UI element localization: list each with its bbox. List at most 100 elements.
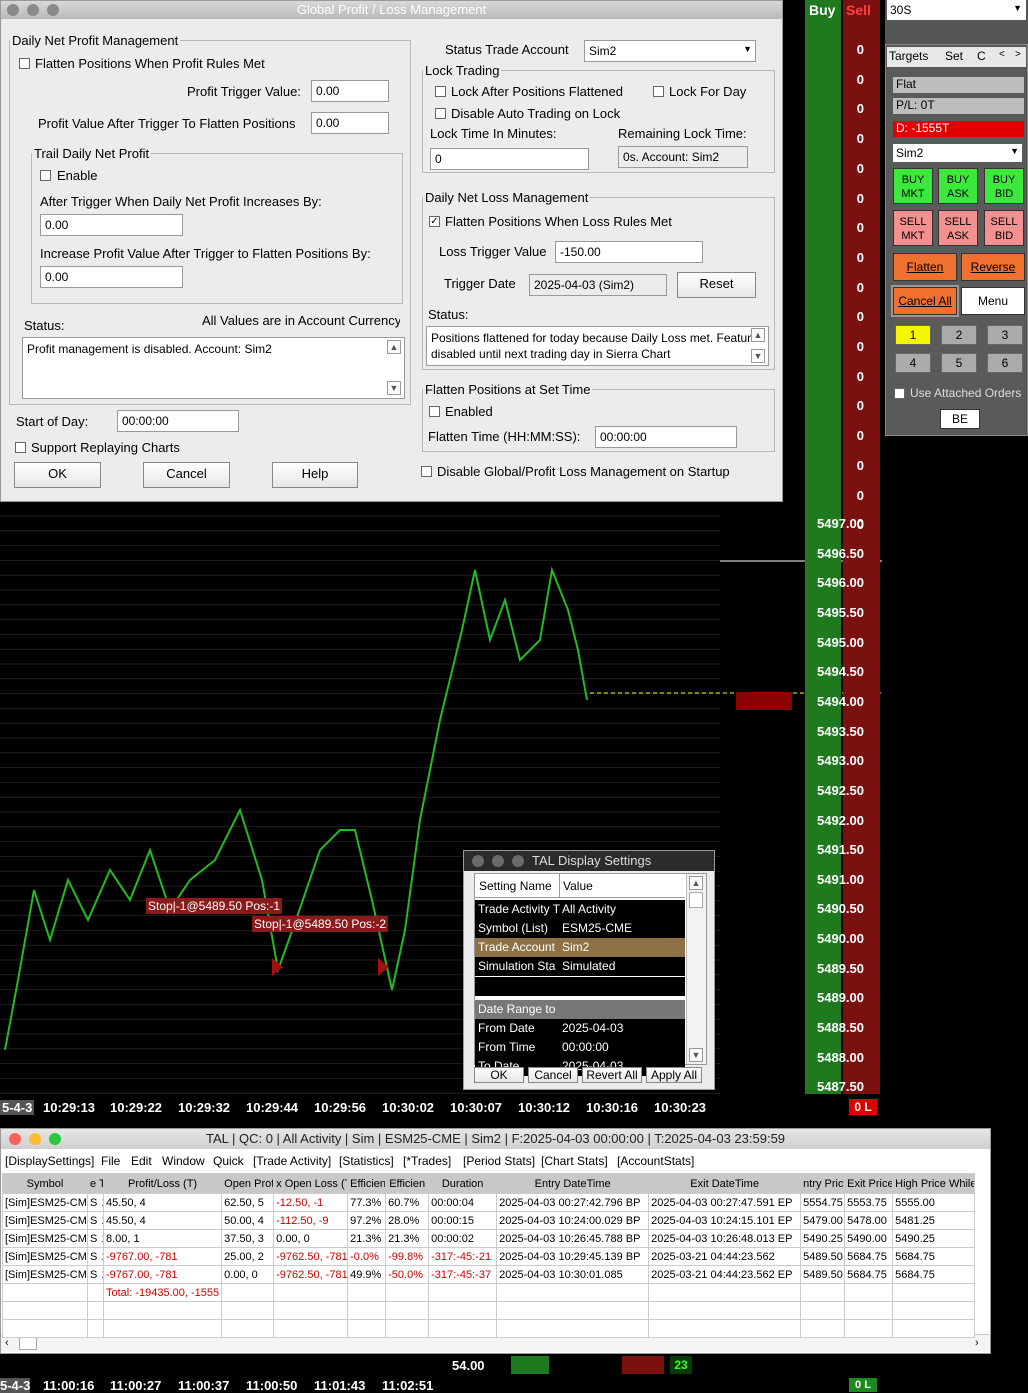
scroll-up-icon[interactable]: ▲ [387,340,401,354]
after-trigger-input[interactable]: 0.00 [40,214,183,236]
scroll-thumb[interactable] [689,892,703,908]
settings-row[interactable]: Trade Activity T All Activity [475,900,685,919]
column-header[interactable]: x Open Loss (T [273,1173,349,1194]
chevron-right-icon[interactable]: › [975,1337,979,1349]
scroll-down-icon[interactable]: ▼ [689,1048,703,1062]
column-header[interactable]: Efficienc [347,1173,387,1194]
use-attached-checkbox[interactable] [894,388,905,399]
column-header[interactable]: Exit Price [844,1173,894,1194]
disable-auto-checkbox[interactable] [435,108,446,119]
scroll-thumb[interactable] [19,1336,37,1350]
flatten-button[interactable]: Flatten [893,253,957,281]
minimize-icon[interactable] [29,1133,41,1145]
zoom-icon[interactable] [47,4,59,16]
quantity-4-button[interactable]: 4 [895,353,931,373]
tal-menu-item[interactable]: [Chart Stats] [541,1154,608,1168]
column-header[interactable]: Duration [428,1173,498,1194]
tal-menu-item[interactable]: [*Trades] [403,1154,451,1168]
column-header[interactable]: e TQu [87,1173,104,1194]
minimize-icon[interactable] [27,4,39,16]
quantity-3-button[interactable]: 3 [987,325,1023,345]
timeframe-select[interactable]: 30S ▼ [887,0,1026,20]
lock-after-flatten-checkbox[interactable] [435,86,446,97]
revert-all-button[interactable]: Revert All [582,1067,642,1083]
minimize-icon[interactable] [492,855,504,867]
tal-menu-item[interactable]: [Trade Activity] [253,1154,331,1168]
tal-menu-item[interactable]: Edit [131,1154,152,1168]
sell-market-button[interactable]: SELL MKT [893,210,933,246]
quantity-2-button[interactable]: 2 [941,325,977,345]
tal-menu-item[interactable]: [Period Stats] [463,1154,535,1168]
zoom-icon[interactable] [512,855,524,867]
scrollbar[interactable]: ▲ ▼ [686,874,706,1064]
stop-order-label[interactable]: Stop|-1@5489.50 Pos:-1 [146,898,283,914]
cancel-button[interactable]: Cancel [143,462,230,488]
quantity-6-button[interactable]: 6 [987,353,1023,373]
flatten-time-input[interactable]: 00:00:00 [595,426,737,448]
help-button[interactable]: Help [272,462,358,488]
quantity-1-button[interactable]: 1 [895,325,931,345]
column-header[interactable]: Entry DateTime [496,1173,650,1194]
disable-startup-checkbox[interactable] [421,466,432,477]
quantity-5-button[interactable]: 5 [941,353,977,373]
column-header[interactable]: ntry Price [800,1173,846,1194]
scroll-down-icon[interactable]: ▼ [751,349,765,363]
column-header[interactable]: Efficien [385,1173,430,1194]
trail-enable-checkbox[interactable] [40,170,51,181]
cancel-all-button[interactable]: Cancel All [891,285,959,317]
settings-row[interactable]: Simulation Sta Simulated [475,957,685,976]
tal-menu-item[interactable]: [AccountStats] [617,1154,694,1168]
flatten-profit-checkbox[interactable] [19,58,30,69]
buy-bid-button[interactable]: BUY BID [984,168,1024,204]
zoom-icon[interactable] [49,1133,61,1145]
column-header[interactable]: Profit/Loss (T) [102,1173,223,1194]
tal-menu-item[interactable]: File [101,1154,120,1168]
lock-minutes-input[interactable]: 0 [430,148,589,170]
ok-button[interactable]: OK [14,462,101,488]
scroll-up-icon[interactable]: ▲ [689,876,703,890]
flatten-loss-checkbox[interactable]: ✓ [429,216,440,227]
account-select[interactable]: Sim2 ▼ [893,144,1022,162]
tal-menu-item[interactable]: Window [162,1154,205,1168]
scroll-up-icon[interactable]: ▲ [751,328,765,342]
reverse-button[interactable]: Reverse [961,253,1025,281]
table-row[interactable]: [Sim]ESM25-CMES1-9767.00, -781 0.00, 0 -97… [2,1265,976,1284]
settings-row[interactable]: From Time 00:00:00 [475,1038,685,1057]
buy-ask-button[interactable]: BUY ASK [938,168,978,204]
settings-row[interactable]: Symbol (List) ESM25-CME [475,919,685,938]
set-time-enabled-checkbox[interactable] [429,406,440,417]
close-icon[interactable] [7,4,19,16]
table-row[interactable]: [Sim]ESM25-CMES1-9767.00, -781 25.00, 2 -9… [2,1247,976,1266]
stop-order-label[interactable]: Stop|-1@5489.50 Pos:-2 [252,916,389,932]
profit-value-after-input[interactable]: 0.00 [311,112,389,134]
tal-menu-item[interactable]: [Statistics] [339,1154,394,1168]
column-header[interactable]: Symbol [2,1173,88,1194]
ok-button[interactable]: OK [474,1067,524,1083]
profit-trigger-input[interactable]: 0.00 [311,80,389,102]
table-row[interactable]: [Sim]ESM25-CMES145.50, 4 62.50, 5 -12.50, … [2,1193,976,1212]
lock-day-checkbox[interactable] [653,86,664,97]
tal-menu-item[interactable]: Quick [213,1154,244,1168]
chevron-left-icon[interactable]: ‹ [5,1337,9,1349]
tal-menu-item[interactable]: [DisplaySettings] [5,1154,94,1168]
cancel-button[interactable]: Cancel [528,1067,578,1083]
settings-row[interactable]: Trade Account Sim2 [475,938,685,957]
column-header[interactable]: Open Profit [221,1173,275,1194]
sell-bid-button[interactable]: SELL BID [984,210,1024,246]
tab-c[interactable]: C [977,49,986,63]
tab-targets[interactable]: Targets [889,49,928,63]
scroll-down-icon[interactable]: ▼ [387,381,401,395]
table-row[interactable]: [Sim]ESM25-CMES18.00, 1 37.50, 3 0.00, 0 21… [2,1229,976,1248]
loss-trigger-input[interactable]: -150.00 [555,241,703,263]
menu-button[interactable]: Menu [961,287,1025,315]
column-header[interactable]: High Price While [892,1173,976,1194]
tal-titlebar[interactable]: TAL | QC: 0 | All Activity | Sim | ESM25… [1,1129,990,1149]
tal-settings-titlebar[interactable]: TAL Display Settings [464,851,714,871]
increase-profit-input[interactable]: 0.00 [40,266,183,288]
column-header[interactable]: Exit DateTime [648,1173,802,1194]
tab-set[interactable]: Set [945,49,963,63]
close-icon[interactable] [472,855,484,867]
dialog-titlebar[interactable]: Global Profit / Loss Management [1,1,782,19]
start-of-day-input[interactable]: 00:00:00 [117,410,239,432]
status-account-select[interactable]: Sim2 ▼ [584,40,756,62]
